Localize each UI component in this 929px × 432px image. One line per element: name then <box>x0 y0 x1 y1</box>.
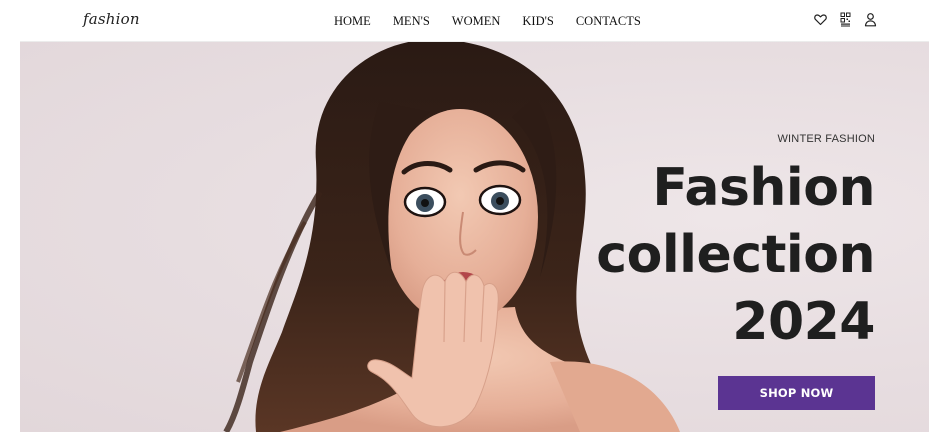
header-icon-group <box>814 12 877 27</box>
headline-line-3: 2024 <box>732 292 875 352</box>
qr-code-icon[interactable] <box>839 12 852 27</box>
nav-mens-link[interactable]: MEN'S <box>393 14 430 29</box>
hero-eyebrow: WINTER FASHION <box>777 133 875 145</box>
shop-now-button[interactable]: SHOP NOW <box>718 376 875 410</box>
heart-icon[interactable] <box>814 12 827 27</box>
brand-logo[interactable]: fashion <box>83 10 140 28</box>
nav-contacts-link[interactable]: CONTACTS <box>576 14 641 29</box>
hero-headline: Fashion collection 2024 <box>596 155 875 356</box>
top-navigation-bar: fashion HOME MEN'S WOMEN KID'S CONTACTS <box>20 0 929 42</box>
headline-line-1: Fashion <box>652 158 875 218</box>
nav-home-link[interactable]: HOME <box>334 14 371 29</box>
nav-women-link[interactable]: WOMEN <box>452 14 501 29</box>
user-icon[interactable] <box>864 12 877 27</box>
nav-kids-link[interactable]: KID'S <box>522 14 553 29</box>
page-frame: fashion HOME MEN'S WOMEN KID'S CONTACTS <box>20 0 929 432</box>
headline-line-2: collection <box>596 225 875 285</box>
main-nav: HOME MEN'S WOMEN KID'S CONTACTS <box>334 14 663 29</box>
hero-banner: WINTER FASHION Fashion collection 2024 S… <box>20 42 929 432</box>
